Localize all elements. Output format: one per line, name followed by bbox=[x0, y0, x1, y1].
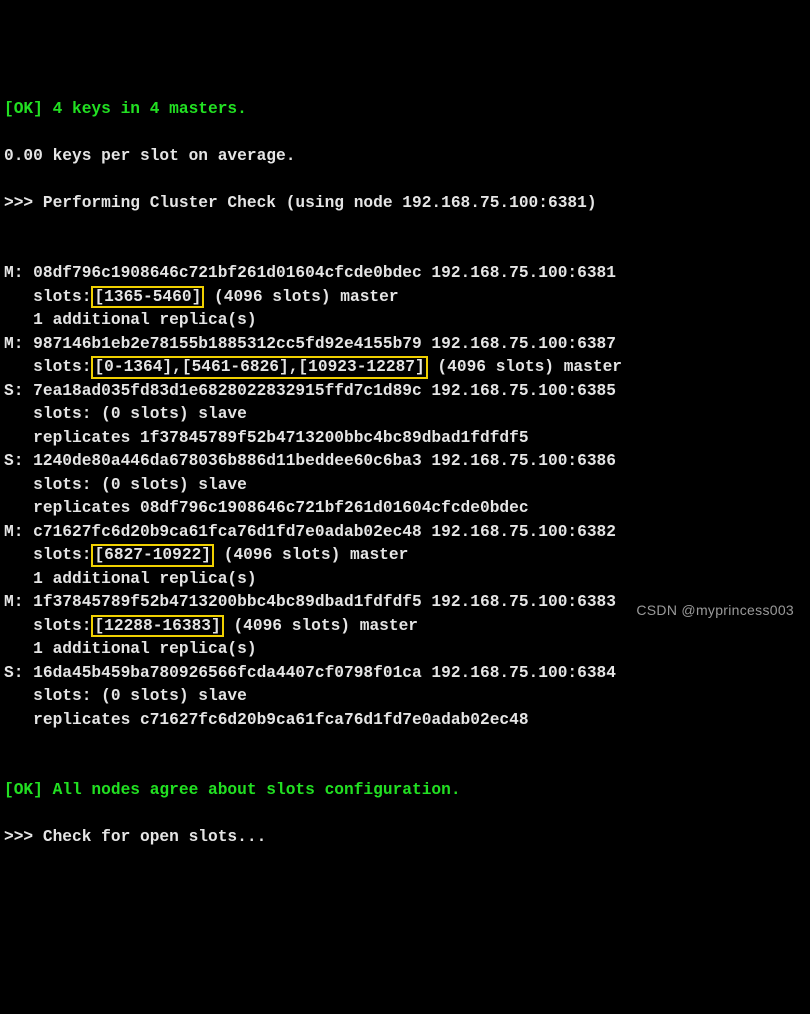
node-replica-count-line: 1 additional replica(s) bbox=[4, 309, 810, 332]
node-slots-line: slots:[1365-5460] (4096 slots) master bbox=[4, 286, 810, 309]
node-header-line: S: 1240de80a446da678036b886d11beddee60c6… bbox=[4, 450, 810, 473]
node-replicates-line: replicates 1f37845789f52b4713200bbc4bc89… bbox=[4, 427, 810, 450]
ok-keys-line: [OK] 4 keys in 4 masters. bbox=[4, 98, 810, 121]
node-replicates-line: replicates c71627fc6d20b9ca61fca76d1fd7e… bbox=[4, 709, 810, 732]
slot-range-highlight: [1365-5460] bbox=[91, 286, 204, 309]
watermark: CSDN @myprincess003 bbox=[636, 600, 794, 620]
node-header-line: S: 16da45b459ba780926566fcda4407cf0798f0… bbox=[4, 662, 810, 685]
slot-range-highlight: [12288-16383] bbox=[91, 615, 223, 638]
slot-range-highlight: [0-1364],[5461-6826],[10923-12287] bbox=[91, 356, 427, 379]
performing-check-line: >>> Performing Cluster Check (using node… bbox=[4, 192, 810, 215]
node-replica-count-line: 1 additional replica(s) bbox=[4, 568, 810, 591]
slot-range-highlight: [6827-10922] bbox=[91, 544, 214, 567]
node-replica-count-line: 1 additional replica(s) bbox=[4, 638, 810, 661]
node-slots-line: slots: (0 slots) slave bbox=[4, 474, 810, 497]
node-header-line: M: c71627fc6d20b9ca61fca76d1fd7e0adab02e… bbox=[4, 521, 810, 544]
cluster-nodes-output: M: 08df796c1908646c721bf261d01604cfcde0b… bbox=[4, 262, 810, 732]
check-open-slots-line: >>> Check for open slots... bbox=[4, 826, 810, 849]
node-slots-line: slots: (0 slots) slave bbox=[4, 403, 810, 426]
node-slots-line: slots: (0 slots) slave bbox=[4, 685, 810, 708]
node-header-line: M: 987146b1eb2e78155b1885312cc5fd92e4155… bbox=[4, 333, 810, 356]
node-slots-line: slots:[0-1364],[5461-6826],[10923-12287]… bbox=[4, 356, 810, 379]
node-header-line: S: 7ea18ad035fd83d1e6828022832915ffd7c1d… bbox=[4, 380, 810, 403]
ok-agree-line: [OK] All nodes agree about slots configu… bbox=[4, 779, 810, 802]
node-slots-line: slots:[6827-10922] (4096 slots) master bbox=[4, 544, 810, 567]
node-replicates-line: replicates 08df796c1908646c721bf261d0160… bbox=[4, 497, 810, 520]
avg-keys-line: 0.00 keys per slot on average. bbox=[4, 145, 810, 168]
node-header-line: M: 08df796c1908646c721bf261d01604cfcde0b… bbox=[4, 262, 810, 285]
